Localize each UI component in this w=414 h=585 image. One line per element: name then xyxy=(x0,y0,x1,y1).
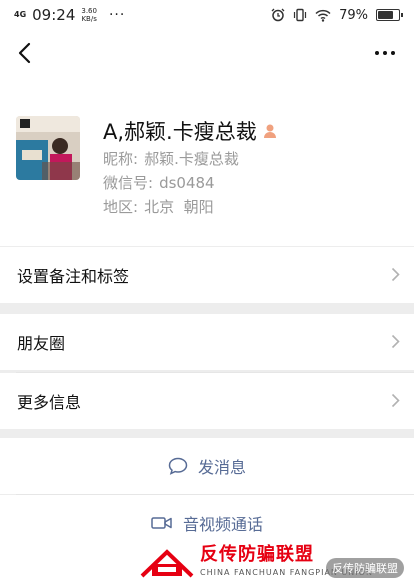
status-bar: 4G 09:24 3.60 KB/s ··· 79% xyxy=(0,0,414,30)
speed-value: 3.60 xyxy=(81,7,97,15)
moments-label: 朋友圈 xyxy=(17,334,66,353)
send-message-label: 发消息 xyxy=(197,458,246,477)
network-type: 4G xyxy=(14,10,27,19)
network-speed: 3.60 KB/s xyxy=(81,7,97,23)
clock: 09:24 xyxy=(32,6,76,24)
more-info-label: 更多信息 xyxy=(17,393,82,412)
watermark-tag: 反传防骗联盟 xyxy=(326,558,404,578)
battery-percent: 79% xyxy=(339,7,368,23)
nickname-label: 昵称: xyxy=(103,150,139,168)
back-button[interactable] xyxy=(10,38,40,68)
av-call-label: 音视频通话 xyxy=(182,515,263,534)
more-horizontal-icon xyxy=(375,51,395,55)
profile-card: A,郝颖.卡瘦总裁 昵称: 郝颖.卡瘦总裁 微信号: ds0484 地区: 北京 朝阳 xyxy=(0,78,414,246)
chevron-left-icon xyxy=(18,42,31,64)
chevron-right-icon xyxy=(391,267,400,282)
region-value: 北京 朝阳 xyxy=(144,198,214,216)
nickname-line: 昵称: 郝颖.卡瘦总裁 xyxy=(103,148,239,169)
wifi-icon xyxy=(315,9,331,22)
nickname-value: 郝颖.卡瘦总裁 xyxy=(144,150,239,168)
region-line: 地区: 北京 朝阳 xyxy=(103,196,214,217)
top-nav xyxy=(0,30,414,78)
contact-name: A,郝颖.卡瘦总裁 xyxy=(103,120,257,144)
wechat-id-line: 微信号: ds0484 xyxy=(103,172,215,193)
remark-tags-row[interactable]: 设置备注和标签 xyxy=(0,247,414,303)
vibrate-icon xyxy=(293,8,307,22)
chevron-right-icon xyxy=(391,393,400,408)
battery-icon xyxy=(376,9,403,21)
video-camera-icon xyxy=(151,517,172,529)
more-info-row[interactable]: 更多信息 xyxy=(0,373,414,429)
alarm-icon xyxy=(271,8,285,22)
person-icon xyxy=(263,124,276,138)
moments-row[interactable]: 朋友圈 xyxy=(0,314,414,370)
more-options-button[interactable] xyxy=(368,38,402,68)
remark-tags-label: 设置备注和标签 xyxy=(17,267,130,286)
region-label: 地区: xyxy=(103,198,139,216)
more-status-dots: ··· xyxy=(108,7,126,23)
chat-bubble-icon xyxy=(168,457,188,475)
send-message-button[interactable]: 发消息 xyxy=(0,438,414,494)
chevron-right-icon xyxy=(391,334,400,349)
watermark-cn-title: 反传防骗联盟 xyxy=(200,544,314,565)
avatar-image xyxy=(16,116,80,180)
union-logo-icon xyxy=(140,549,194,578)
speed-unit: KB/s xyxy=(81,15,97,23)
wechat-id-value: ds0484 xyxy=(159,174,215,192)
avatar[interactable] xyxy=(16,116,80,180)
wechat-id-label: 微信号: xyxy=(103,174,154,192)
